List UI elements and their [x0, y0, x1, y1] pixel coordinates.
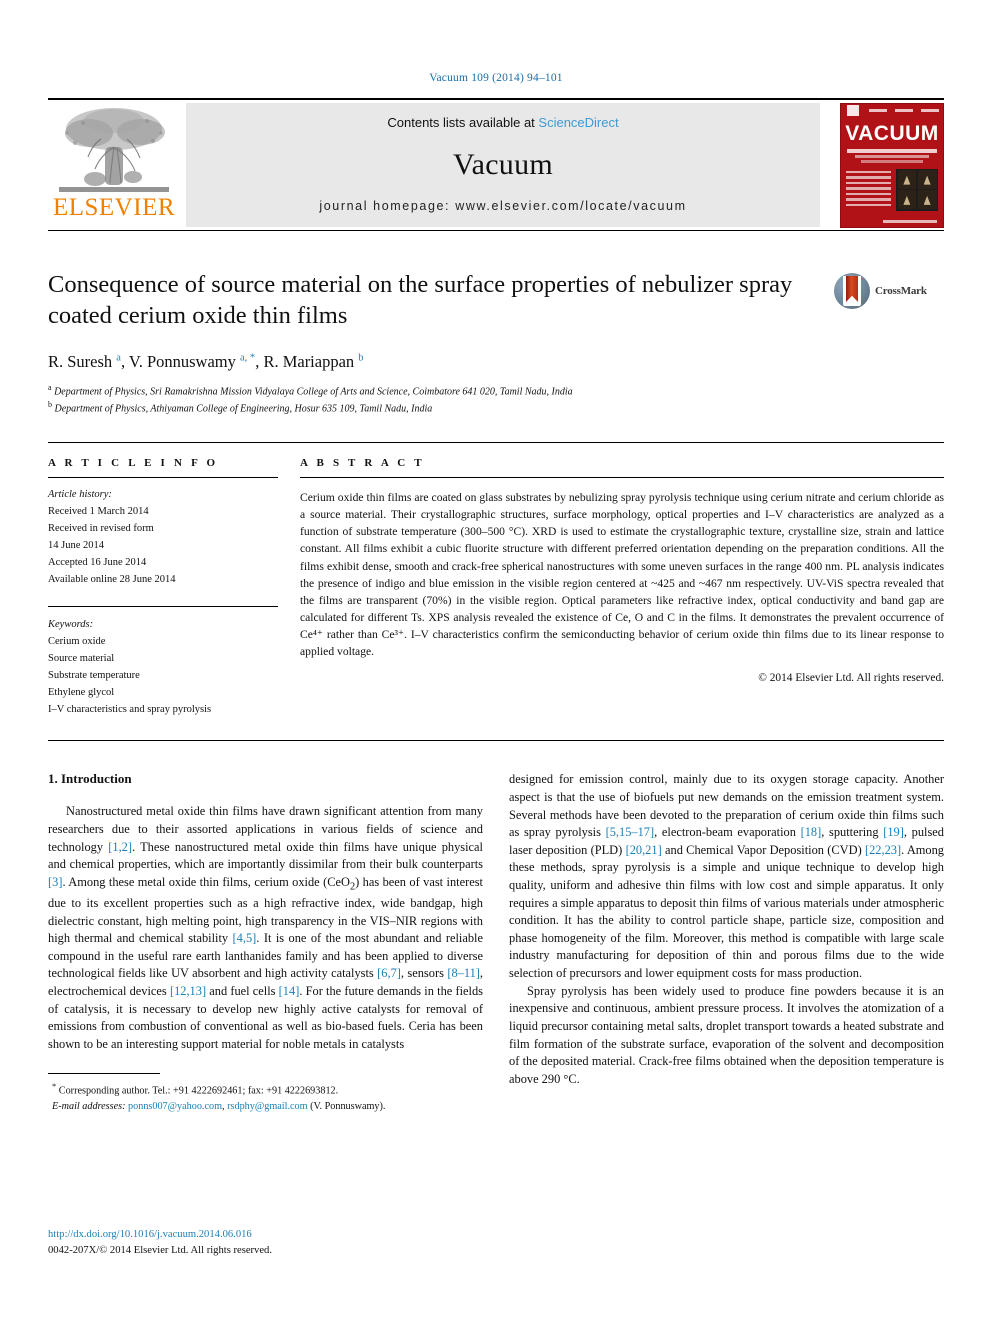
- affiliation-b: b Department of Physics, Athiyaman Colle…: [48, 399, 820, 416]
- contents-line-prefix: Contents lists available at: [387, 115, 539, 130]
- cover-elsevier-mark: [847, 105, 859, 116]
- affiliation-a: a Department of Physics, Sri Ramakrishna…: [48, 382, 820, 399]
- intro-paragraph-left: Nanostructured metal oxide thin films ha…: [48, 804, 483, 1051]
- keywords-label: Keywords:: [48, 619, 94, 631]
- section-heading-introduction: 1. Introduction: [48, 771, 132, 787]
- email-addresses-note: E-mail addresses: ponns007@yahoo.com, rs…: [52, 1101, 386, 1113]
- history-item: Received in revised form: [48, 523, 154, 535]
- crossmark-badge[interactable]: CrossMark: [834, 269, 944, 309]
- keywords: Keywords: Cerium oxide Source material S…: [48, 616, 278, 718]
- page-title: Consequence of source material on the su…: [48, 271, 793, 330]
- abstract-heading: A B S T R A C T: [300, 457, 425, 470]
- abstract-text: Cerium oxide thin films are coated on gl…: [300, 491, 944, 658]
- elsevier-logo: ELSEVIER: [48, 100, 180, 230]
- affiliation-text: Department of Physics, Sri Ramakrishna M…: [54, 386, 573, 398]
- divider: [48, 477, 278, 479]
- doi-link[interactable]: http://dx.doi.org/10.1016/j.vacuum.2014.…: [48, 1227, 272, 1243]
- crossmark-icon: [834, 273, 870, 309]
- journal-band: Contents lists available at ScienceDirec…: [186, 103, 820, 227]
- sciencedirect-link[interactable]: ScienceDirect: [538, 115, 618, 130]
- keyword-item: Substrate temperature: [48, 670, 140, 682]
- keywords-block: Keywords: Cerium oxide Source material S…: [48, 606, 278, 718]
- cover-subtitle-rule: [855, 154, 929, 158]
- affiliation-text: Department of Physics, Athiyaman College…: [54, 403, 433, 415]
- footnote-block: * Corresponding author. Tel.: +91 422269…: [48, 1067, 483, 1114]
- journal-cover-thumbnail: VACUUM: [826, 100, 944, 230]
- cover-text-lines: [846, 169, 891, 216]
- cover-top-row: [841, 104, 943, 117]
- contents-line: Contents lists available at ScienceDirec…: [387, 115, 618, 130]
- divider: [300, 477, 944, 479]
- body-columns: 1. Introduction Nanostructured metal oxi…: [48, 740, 944, 1114]
- keyword-item: I–V characteristics and spray pyrolysis: [48, 704, 212, 716]
- elsevier-tree-icon: [59, 108, 169, 192]
- history-item: Available online 28 June 2014: [48, 574, 176, 586]
- cover-footer-rule: [883, 219, 937, 223]
- issn-copyright-line: 0042-207X/© 2014 Elsevier Ltd. All right…: [48, 1245, 273, 1257]
- cover-subtitle-rule: [847, 148, 937, 153]
- article-page: Vacuum 109 (2014) 94–101 ELSEVIER Conten…: [0, 0, 992, 1323]
- article-history-label: Article history:: [48, 489, 112, 501]
- intro-paragraph-right-1: designed for emission control, mainly du…: [509, 772, 945, 981]
- footnote-divider: [48, 1073, 160, 1075]
- cover-rule: [921, 108, 939, 112]
- affiliation-marker: b: [48, 400, 52, 410]
- running-head: Vacuum 109 (2014) 94–101: [429, 72, 563, 84]
- elsevier-wordmark: ELSEVIER: [52, 194, 176, 221]
- history-item: Received 1 March 2014: [48, 506, 149, 518]
- cover-rule: [869, 108, 887, 112]
- history-item: 14 June 2014: [48, 540, 104, 552]
- page-footer: http://dx.doi.org/10.1016/j.vacuum.2014.…: [48, 1227, 272, 1259]
- keyword-item: Cerium oxide: [48, 636, 106, 648]
- corresponding-author-note: * Corresponding author. Tel.: +91 422269…: [52, 1081, 339, 1097]
- cover-rule: [895, 108, 913, 112]
- affiliation-marker: a: [48, 382, 52, 392]
- title-block: Consequence of source material on the su…: [48, 269, 944, 416]
- cover-image-grid: [896, 168, 938, 211]
- intro-paragraph-right-2: Spray pyrolysis has been widely used to …: [509, 983, 944, 1086]
- article-info-heading: A R T I C L E I N F O: [48, 457, 219, 470]
- abstract-copyright: © 2014 Elsevier Ltd. All rights reserved…: [758, 671, 944, 684]
- history-item: Accepted 16 June 2014: [48, 557, 147, 569]
- journal-name: Vacuum: [452, 147, 554, 181]
- cover-title: VACUUM: [845, 121, 939, 145]
- abstract-column: A B S T R A C T Cerium oxide thin films …: [300, 457, 944, 718]
- journal-homepage-link[interactable]: journal homepage: www.elsevier.com/locat…: [319, 199, 686, 213]
- info-abstract-section: A R T I C L E I N F O Article history: R…: [48, 442, 944, 718]
- affiliation-list: a Department of Physics, Sri Ramakrishna…: [48, 382, 820, 417]
- crossmark-label: CrossMark: [875, 285, 927, 297]
- divider: [48, 606, 278, 608]
- article-info-column: A R T I C L E I N F O Article history: R…: [48, 457, 300, 718]
- body-column-right: designed for emission control, mainly du…: [509, 771, 944, 1114]
- article-history: Article history: Received 1 March 2014 R…: [48, 486, 278, 588]
- author-list: R. Suresh a, V. Ponnuswamy a, *, R. Mari…: [48, 351, 364, 371]
- cover-body: [841, 163, 943, 220]
- publisher-header: ELSEVIER Contents lists available at Sci…: [48, 98, 944, 231]
- keyword-item: Source material: [48, 653, 115, 665]
- body-column-left: 1. Introduction Nanostructured metal oxi…: [48, 771, 483, 1114]
- keyword-item: Ethylene glycol: [48, 687, 115, 699]
- journal-cover-image: VACUUM: [840, 102, 944, 228]
